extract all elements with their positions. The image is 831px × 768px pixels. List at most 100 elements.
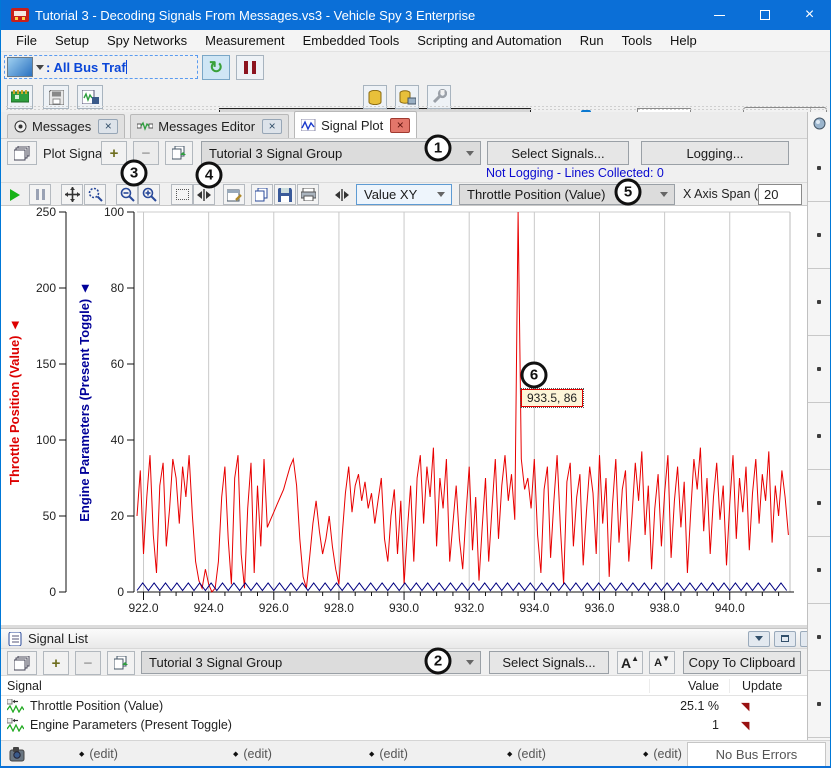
dock-cell[interactable] [808,202,830,269]
menu-bar: FileSetupSpy NetworksMeasurementEmbedded… [1,30,830,52]
x-tick-label: 932.0 [454,601,484,615]
dock-strip[interactable] [807,112,830,740]
sl-select-signals-button[interactable]: Select Signals... [489,651,609,674]
dock-cell[interactable] [808,537,830,604]
panel-collapse-button[interactable] [748,631,770,647]
zoom-out-button[interactable] [116,184,138,205]
menu-file[interactable]: File [7,31,46,50]
plot-run-button[interactable] [4,184,26,205]
logging-button[interactable]: Logging... [641,141,789,165]
bullet-icon: ◆ [369,751,374,758]
dock-cell[interactable] [808,671,830,738]
bus-filter-selector[interactable]: : All Bus Traf [4,55,198,79]
pause-button[interactable] [236,55,264,80]
left-axis-label: 0 [49,585,56,599]
select-signals-button[interactable]: Select Signals... [487,141,629,165]
plot-signal-dropdown[interactable]: Throttle Position (Value) [459,184,675,205]
tab-signal-plot-close[interactable]: × [390,118,410,133]
signal-table-header[interactable]: Signal Value Update [1,676,807,696]
zoom-out-icon [120,187,135,202]
menu-measurement[interactable]: Measurement [196,31,293,50]
signal-waveform-icon [7,699,24,713]
menu-embedded-tools[interactable]: Embedded Tools [294,31,409,50]
dock-cell[interactable] [808,269,830,336]
menu-help[interactable]: Help [661,31,706,50]
x-tick-label: 928.0 [324,601,354,615]
column-value[interactable]: Value [649,679,719,693]
dock-grip-icon [817,434,821,438]
signal-row[interactable]: Throttle Position (Value) 25.1 % ◥ [1,696,807,715]
menu-scripting-and-automation[interactable]: Scripting and Automation [408,31,571,50]
plot-pause-button[interactable] [29,184,51,205]
minimize-button[interactable] [697,0,742,30]
plot-properties-button[interactable] [223,184,245,205]
dock-grip-icon [817,501,821,505]
dock-cell[interactable] [808,604,830,671]
status-edit-item[interactable]: ◆(edit) [369,747,408,761]
close-button[interactable]: × [787,0,831,30]
dock-cell[interactable] [808,135,830,202]
dock-cell[interactable] [808,470,830,537]
status-edit-item[interactable]: ◆(edit) [233,747,272,761]
window-title: Tutorial 3 - Decoding Signals From Messa… [35,8,475,23]
main-toolbar: : All Bus Traf ↻ 01 00:17:01:235975 Ttal… [1,52,830,82]
select-region-button[interactable] [171,184,193,205]
copy-group-button[interactable] [165,141,193,165]
x-tick-label: 924.0 [194,601,224,615]
fit-x-button-2[interactable] [331,184,353,205]
inner-axis-label: 20 [111,509,125,523]
tab-signal-plot[interactable]: Signal Plot × [294,111,417,138]
status-device-icon [9,746,26,762]
copy-to-clipboard-button[interactable]: Copy To Clipboard [683,651,801,674]
bus-filter-dropdown-arrow[interactable] [33,57,46,77]
chart-canvas[interactable]: 922.0924.0926.0928.0930.0932.0934.0936.0… [1,206,807,625]
fit-arrows-icon [335,189,349,201]
panel-restore-button[interactable] [774,631,796,647]
font-decrease-button[interactable]: A▼ [649,651,675,674]
font-increase-button[interactable]: A▲ [617,651,643,674]
signal-row[interactable]: Engine Parameters (Present Toggle) 1 ◥ [1,715,807,734]
plot-save-button[interactable] [274,184,296,205]
plot-copy-button[interactable] [251,184,273,205]
column-signal[interactable]: Signal [1,679,649,693]
tab-messages-close[interactable]: × [98,119,118,134]
copy-icon [255,188,269,202]
add-plot-button[interactable]: + [101,141,127,165]
menu-run[interactable]: Run [571,31,613,50]
plot-print-button[interactable] [297,184,319,205]
status-edit-item[interactable]: ◆(edit) [643,747,682,761]
pan-tool-button[interactable] [61,184,83,205]
zoom-in-button[interactable] [138,184,160,205]
sl-copy-group-button[interactable] [107,651,135,675]
refresh-button[interactable]: ↻ [202,55,230,80]
menu-setup[interactable]: Setup [46,31,98,50]
copy-sheets-icon [172,146,187,160]
dock-cell[interactable] [808,403,830,470]
tab-messages-editor[interactable]: Messages Editor × [130,114,289,138]
sl-add-button[interactable]: + [43,651,69,675]
tab-messages[interactable]: Messages × [7,114,125,138]
bus-filter-icon[interactable] [7,57,33,77]
status-edit-item[interactable]: ◆(edit) [79,747,118,761]
tab-messages-editor-close[interactable]: × [262,119,282,134]
x-axis-span-input[interactable]: 20 [758,184,802,205]
column-update[interactable]: Update [729,679,807,693]
dock-cell[interactable] [808,336,830,403]
signal-waveform-icon [7,718,24,732]
sl-views-button[interactable] [7,651,37,675]
menu-spy-networks[interactable]: Spy Networks [98,31,196,50]
inner-axis-label: 60 [111,357,125,371]
plot-mode-dropdown[interactable]: Value XY [356,184,452,205]
zoom-window-button[interactable] [84,184,106,205]
menu-tools[interactable]: Tools [613,31,661,50]
left-axis-label: 150 [36,357,56,371]
signal-plot-chart[interactable]: 922.0924.0926.0928.0930.0932.0934.0936.0… [1,206,807,625]
bullet-icon: ◆ [507,751,512,758]
update-indicator-icon: ◥ [741,701,749,713]
left-axis-label: 250 [36,206,56,219]
dock-grip-icon [817,367,821,371]
plot-signals-button[interactable] [7,141,37,165]
status-edit-item[interactable]: ◆(edit) [507,747,546,761]
maximize-button[interactable] [742,0,787,30]
sl-remove-button[interactable]: − [75,651,101,675]
